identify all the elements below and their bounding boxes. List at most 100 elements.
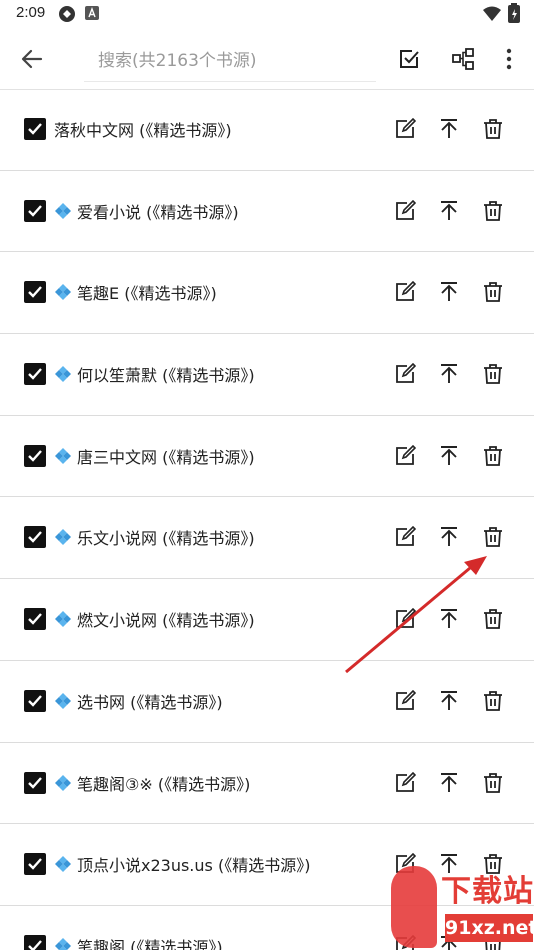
more-options-button[interactable]: [494, 44, 524, 74]
check-icon: [28, 123, 42, 135]
edit-icon: [396, 199, 416, 220]
edit-icon: [396, 363, 416, 383]
source-name-text: 笔趣阁③※ (《精选书源》): [77, 774, 251, 794]
move-to-top-button[interactable]: [436, 770, 462, 796]
source-checkbox[interactable]: [24, 199, 46, 222]
source-checkbox[interactable]: [24, 118, 46, 140]
more-vert-icon: [506, 48, 512, 70]
source-name: 落秋中文网 (《精选书源》): [54, 118, 232, 140]
edit-icon: [396, 608, 416, 629]
source-name-text: 选书网 (《精选书源》): [77, 692, 223, 712]
source-row[interactable]: 燃文小说网 (《精选书源》): [0, 579, 534, 661]
move-to-top-icon: [441, 609, 457, 629]
edit-icon: [396, 281, 416, 302]
source-name: 顶点小说x23us.us (《精选书源》): [54, 853, 310, 875]
source-name-text: 落秋中文网 (《精选书源》): [54, 121, 232, 140]
status-bar: 2:09: [0, 0, 534, 28]
delete-button[interactable]: [480, 198, 506, 224]
edit-button[interactable]: [392, 606, 418, 632]
source-name: 燃文小说网 (《精选书源》): [54, 608, 255, 630]
source-diamond-icon: [55, 284, 71, 301]
edit-button[interactable]: [392, 770, 418, 796]
delete-button[interactable]: [480, 443, 506, 469]
move-to-top-icon: [441, 282, 457, 302]
source-row[interactable]: 乐文小说网 (《精选书源》): [0, 497, 534, 580]
check-icon: [28, 613, 42, 625]
move-to-top-button[interactable]: [436, 198, 462, 224]
wifi-icon: [483, 6, 501, 21]
sync-icon: [59, 6, 75, 22]
move-to-top-button[interactable]: [436, 279, 462, 305]
move-to-top-button[interactable]: [436, 688, 462, 714]
delete-button[interactable]: [480, 606, 506, 632]
edit-button[interactable]: [392, 361, 418, 387]
source-row[interactable]: 爱看小说 (《精选书源》): [0, 171, 534, 253]
arrow-left-icon: [21, 49, 43, 69]
source-checkbox[interactable]: [24, 853, 46, 876]
edit-button[interactable]: [392, 279, 418, 305]
status-time: 2:09: [16, 4, 46, 21]
delete-icon: [484, 364, 502, 384]
source-checkbox[interactable]: [24, 526, 46, 549]
watermark-title: 下载站: [441, 874, 534, 909]
delete-icon: [484, 690, 502, 711]
delete-button[interactable]: [480, 361, 506, 387]
source-checkbox[interactable]: [24, 444, 46, 467]
edit-button[interactable]: [392, 524, 418, 550]
source-diamond-icon: [55, 937, 71, 950]
back-button[interactable]: [14, 44, 50, 74]
move-to-top-button[interactable]: [436, 606, 462, 632]
edit-button[interactable]: [392, 198, 418, 224]
delete-button[interactable]: [480, 279, 506, 305]
move-to-top-button[interactable]: [436, 524, 462, 550]
source-diamond-icon: [55, 856, 71, 873]
source-diamond-icon: [55, 774, 71, 791]
source-name-text: 笔趣阁 (《精选书源》): [77, 937, 223, 950]
source-name-text: 乐文小说网 (《精选书源》): [77, 529, 255, 549]
source-checkbox[interactable]: [24, 934, 46, 950]
source-checkbox[interactable]: [24, 771, 46, 794]
source-name: 爱看小说 (《精选书源》): [54, 200, 239, 222]
select-all-button[interactable]: [394, 44, 424, 74]
edit-icon: [396, 771, 416, 792]
delete-button[interactable]: [480, 688, 506, 714]
move-to-top-button[interactable]: [436, 116, 462, 142]
delete-button[interactable]: [480, 524, 506, 550]
move-to-top-button[interactable]: [436, 443, 462, 469]
source-row[interactable]: 何以笙萧默 (《精选书源》): [0, 334, 534, 416]
source-row[interactable]: 笔趣阁③※ (《精选书源》): [0, 743, 534, 825]
source-row[interactable]: 唐三中文网 (《精选书源》): [0, 416, 534, 498]
group-icon: [452, 48, 474, 70]
source-diamond-icon: [55, 611, 71, 628]
source-diamond-icon: [55, 529, 71, 546]
notification-a-icon: [85, 6, 99, 20]
source-name-text: 唐三中文网 (《精选书源》): [77, 447, 255, 467]
source-name: 选书网 (《精选书源》): [54, 690, 223, 712]
edit-icon: [396, 689, 416, 710]
source-row[interactable]: 落秋中文网 (《精选书源》): [0, 89, 534, 171]
edit-button[interactable]: [392, 116, 418, 142]
group-button[interactable]: [448, 44, 478, 74]
source-diamond-icon: [55, 447, 71, 464]
source-checkbox[interactable]: [24, 281, 46, 304]
edit-button[interactable]: [392, 688, 418, 714]
delete-icon: [484, 445, 502, 466]
source-checkbox[interactable]: [24, 689, 46, 712]
source-row[interactable]: 选书网 (《精选书源》): [0, 661, 534, 743]
source-list: 落秋中文网 (《精选书源》) 爱看小说 (《精选书源》) 笔趣E (《精选书源》) 何…: [0, 89, 534, 950]
source-checkbox[interactable]: [24, 608, 46, 631]
delete-button[interactable]: [480, 770, 506, 796]
check-icon: [28, 858, 42, 870]
source-checkbox[interactable]: [24, 363, 46, 386]
edit-button[interactable]: [392, 443, 418, 469]
battery-icon: [508, 3, 520, 23]
move-to-top-icon: [441, 200, 457, 220]
delete-button[interactable]: [480, 116, 506, 142]
search-input[interactable]: [84, 40, 376, 82]
source-name: 笔趣阁③※ (《精选书源》): [54, 772, 250, 794]
move-to-top-button[interactable]: [436, 361, 462, 387]
source-name-text: 何以笙萧默 (《精选书源》): [77, 366, 255, 386]
source-name-text: 笔趣E (《精选书源》): [77, 284, 217, 304]
source-row[interactable]: 笔趣E (《精选书源》): [0, 252, 534, 335]
source-name: 笔趣E (《精选书源》): [54, 281, 217, 303]
